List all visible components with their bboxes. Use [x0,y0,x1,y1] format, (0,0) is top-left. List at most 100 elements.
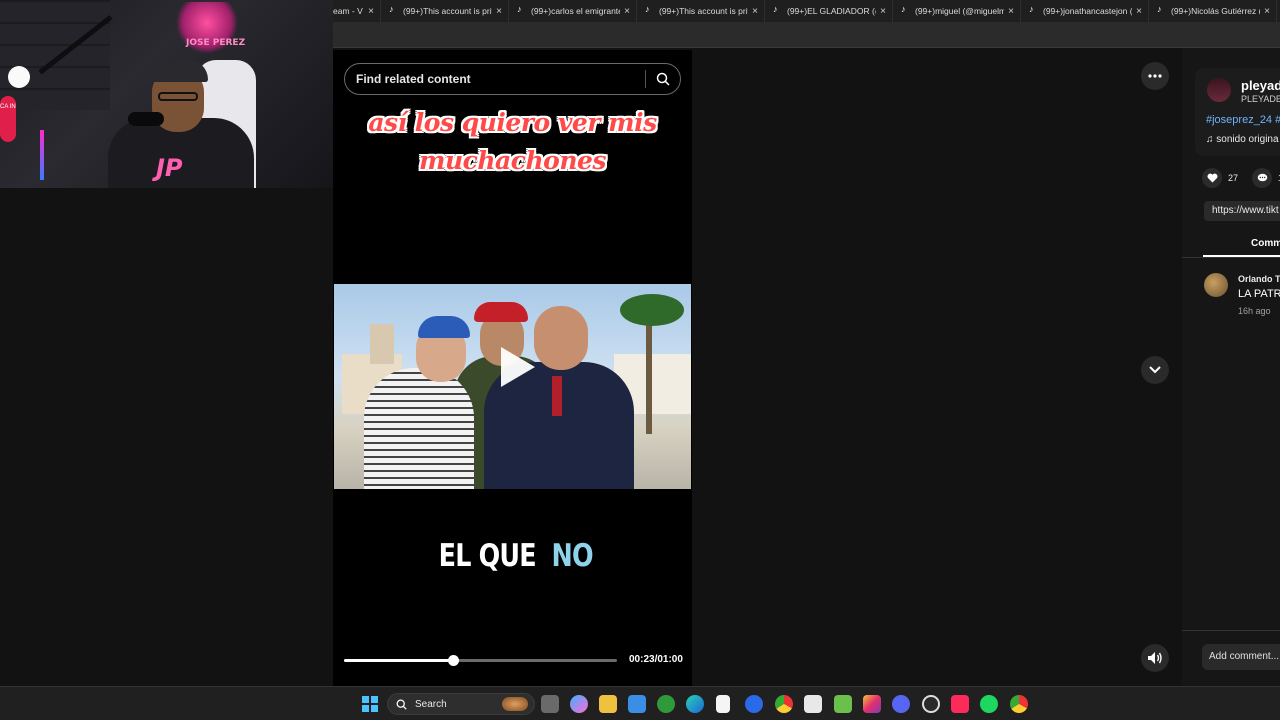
browser-tab[interactable]: (99+)carlos el emigrante× [509,0,637,22]
chevron-down-icon [1149,366,1161,374]
browser-tab[interactable]: (99+)Nicolás Gutiérrez (× [1149,0,1277,22]
tab-divider [1182,257,1280,258]
related-search-bar[interactable]: Find related content [344,63,681,95]
search-highlight-icon [502,697,528,711]
comment-input-divider [1182,630,1280,631]
related-search-input[interactable]: Find related content [345,72,645,86]
instagram-icon[interactable] [863,695,881,713]
capcut-icon[interactable] [804,695,822,713]
tiktok-icon [773,4,781,15]
video-frame-photo [334,284,691,489]
browser-tab-title: (99+)Nicolás Gutiérrez ( [1171,6,1261,16]
notepad-icon[interactable] [716,695,730,713]
chrome-profile-icon[interactable] [1010,695,1028,713]
taskbar-search[interactable]: Search [387,693,535,715]
copy-link-field[interactable]: https://www.tikt [1204,201,1280,221]
taskbar-search-label: Search [415,698,447,710]
like-count: 27 [1228,173,1239,183]
person-left-body [364,368,474,489]
copilot-icon[interactable] [570,695,588,713]
close-icon[interactable]: × [752,6,758,17]
tiktok-icon[interactable] [951,695,969,713]
red-beret [474,302,528,322]
browser-tab-title: (99+)EL GLADIADOR (@ [787,6,877,16]
zoom-icon[interactable] [745,695,763,713]
browser-tab[interactable]: (99+)EL GLADIADOR (@× [765,0,893,22]
caption-bottom-white: EL QUE [438,538,537,574]
vectorize-icon[interactable] [834,695,852,713]
discord-icon[interactable] [892,695,910,713]
play-icon[interactable] [501,347,535,387]
progress-bar[interactable] [344,655,617,666]
caption-top: así los quiero ver mis muchachones [333,104,692,180]
tiktok-icon [389,4,397,15]
author-handle: PLEYADE [1241,94,1280,104]
windows-start-icon[interactable] [362,696,378,712]
browser-tab-title: eam - V [333,6,363,16]
left-empty-area [0,188,333,686]
edge-icon[interactable] [686,695,704,713]
time-display: 00:23/01:00 [629,654,683,665]
lamp-text: CA IN [0,104,16,110]
close-icon[interactable]: × [624,6,630,17]
palm-leaves [620,294,684,326]
red-lamp [0,96,16,142]
close-icon[interactable]: × [1136,6,1142,17]
tab-comments[interactable]: Comm [1251,238,1280,249]
close-icon[interactable]: × [1264,6,1270,17]
xbox-icon[interactable] [657,695,675,713]
video-player[interactable]: así los quiero ver mis muchachones EL QU… [333,50,692,686]
volume-button[interactable] [1141,644,1169,672]
shirt-logo: JP [156,154,183,182]
browser-tab-strip: eam - V×(99+)This account is priv×(99+)c… [333,0,1280,22]
streamer-glasses [158,92,198,101]
blue-cap [418,316,470,338]
caption-bottom: EL QUE NO [333,538,692,574]
author-card: pleyad PLEYADE #joseprez_24 # ♫ sonido o… [1195,68,1280,156]
browser-tab[interactable]: (99+)miguel (@miguelm× [893,0,1021,22]
music-note-icon: ♫ [1206,134,1217,145]
sound-link[interactable]: ♫ sonido origina [1206,134,1279,145]
comment-author[interactable]: Orlando T [1238,274,1280,284]
browser-tab-title: (99+)jonathancastejon ( [1043,6,1133,16]
store-icon[interactable] [628,695,646,713]
author-username[interactable]: pleyad [1241,78,1280,93]
comment-text: LA PATR [1238,288,1280,300]
comment-button[interactable] [1252,168,1273,188]
engagement-row: 27 1 [1202,168,1280,188]
author-avatar[interactable] [1207,78,1231,102]
neon-logo-text: JOSE PEREZ [186,38,246,48]
volume-icon [1148,652,1162,664]
close-icon[interactable]: × [496,6,502,17]
more-button[interactable] [1141,62,1169,90]
add-comment-input[interactable]: Add comment... [1202,644,1280,670]
next-video-button[interactable] [1141,356,1169,384]
building-tower [370,324,394,364]
spotify-icon[interactable] [980,695,998,713]
browser-tab[interactable]: (99+)jonathancastejon (× [1021,0,1149,22]
close-icon[interactable]: × [368,6,374,17]
browser-tab[interactable]: eam - V × [333,0,381,22]
close-icon[interactable]: × [880,6,886,17]
browser-tab[interactable]: (99+)This account is priv× [381,0,509,22]
browser-tab-title: (99+)This account is priv [403,6,493,16]
search-icon[interactable] [646,64,680,94]
file-explorer-icon[interactable] [599,695,617,713]
tiktok-icon [517,4,525,15]
progress-handle[interactable] [448,655,460,666]
video-hashtags[interactable]: #joseprez_24 # [1206,114,1280,126]
chrome-icon[interactable] [775,695,793,713]
more-horizontal-icon [1148,74,1162,78]
comment-avatar[interactable] [1204,273,1228,297]
tab-active-underline [1203,255,1280,257]
like-button[interactable] [1202,168,1222,188]
tiktok-icon [645,4,653,15]
browser-tab[interactable]: (99+)This account is priv× [637,0,765,22]
task-view-icon[interactable] [541,695,559,713]
progress-fill [344,659,454,662]
obs-icon[interactable] [922,695,940,713]
heart-icon [1206,173,1218,183]
streamer-cap [146,60,208,82]
tiktok-icon [1029,4,1037,15]
close-icon[interactable]: × [1008,6,1014,17]
